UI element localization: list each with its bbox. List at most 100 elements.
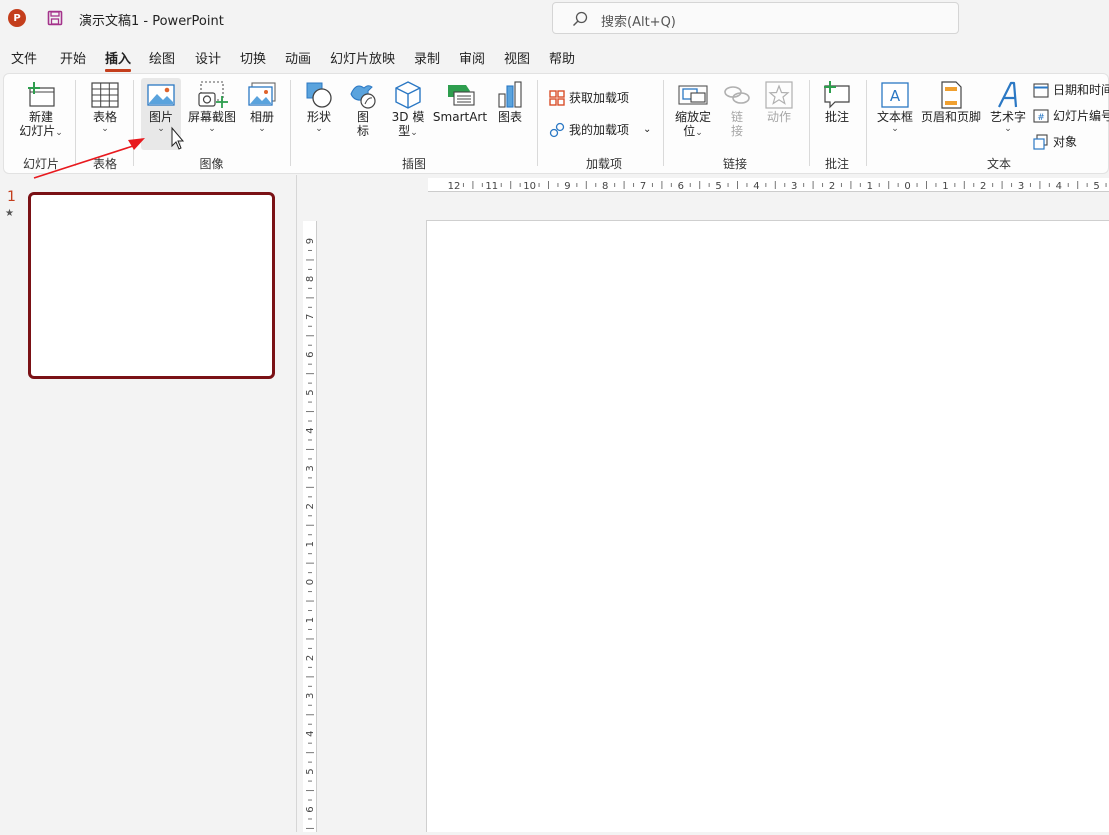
chevron-down-icon: ⌄ — [258, 124, 266, 134]
link-icon — [724, 86, 750, 104]
tab-home[interactable]: 开始 — [60, 48, 86, 67]
tab-record[interactable]: 录制 — [414, 48, 440, 67]
3d-cube-icon — [395, 81, 421, 109]
tab-view[interactable]: 视图 — [504, 48, 530, 67]
separator — [809, 80, 810, 166]
3d-models-button[interactable]: 3D 模 型⌄ — [386, 80, 430, 138]
title-bar: P 演示文稿1 - PowerPoint 搜索(Alt+Q) — [0, 0, 1109, 38]
comment-label: 批注 — [824, 110, 849, 124]
tab-transitions[interactable]: 切换 — [240, 48, 266, 67]
ruler-label: 2 — [829, 181, 835, 192]
tab-review[interactable]: 审阅 — [459, 48, 485, 67]
tab-draw[interactable]: 绘图 — [149, 48, 175, 67]
ribbon-insert: 新建 幻灯片⌄ 幻灯片 表格 ⌄ 表格 图片 ⌄ 屏幕截图 ⌄ 相册 ⌄ 图像 … — [3, 73, 1109, 174]
photo-album-label: 相册 — [249, 110, 274, 124]
my-addins-button[interactable]: 我的加载项 ⌄ — [549, 121, 651, 138]
group-label-addins: 加载项 — [585, 157, 622, 171]
panel-divider[interactable] — [296, 175, 297, 832]
ruler-label: 5 — [305, 768, 316, 774]
table-button[interactable]: 表格 ⌄ — [84, 80, 126, 134]
action-star-icon — [765, 81, 793, 109]
group-label-slides: 幻灯片 — [22, 157, 59, 171]
slide-number-label: 幻灯片编号 — [1053, 109, 1109, 123]
my-addins-label: 我的加载项 — [569, 123, 630, 137]
smartart-button[interactable]: SmartArt — [432, 80, 488, 124]
group-label-illustrations: 插图 — [401, 157, 426, 171]
ruler-label: 3 — [1018, 181, 1024, 192]
get-addins-button[interactable]: 获取加载项 — [549, 89, 629, 106]
ruler-label: 1 — [942, 181, 948, 192]
vertical-ruler-ticks: 9 8 7 6 5 4 3 2 1 0 1 2 3 4 5 6 — [305, 238, 316, 829]
comment-icon — [824, 81, 850, 109]
separator — [866, 80, 867, 166]
zoom-label: 缩放定 位 — [674, 110, 711, 138]
photo-album-button[interactable]: 相册 ⌄ — [242, 80, 282, 134]
ruler-label: 8 — [602, 181, 608, 192]
ruler-label: 9 — [564, 181, 570, 192]
ruler-label: 12 — [448, 181, 461, 192]
new-slide-label: 新建 幻灯片 — [19, 110, 56, 138]
comment-button[interactable]: 批注 — [816, 80, 858, 124]
tab-file[interactable]: 文件 — [11, 48, 37, 67]
table-icon — [91, 82, 119, 108]
ruler-label: 3 — [305, 465, 316, 471]
chevron-down-icon: ⌄ — [891, 124, 899, 134]
object-icon — [1033, 133, 1048, 150]
chevron-down-icon: ⌄ — [55, 128, 63, 138]
group-label-images: 图像 — [199, 157, 224, 171]
separator — [537, 80, 538, 166]
chevron-down-icon: ⌄ — [157, 124, 165, 134]
chevron-down-icon: ⌄ — [315, 124, 323, 134]
textbox-button[interactable]: A 文本框 ⌄ — [874, 80, 916, 134]
datetime-label: 日期和时间 — [1053, 83, 1109, 97]
ruler-label: 9 — [305, 238, 316, 244]
header-footer-button[interactable]: 页眉和页脚 — [918, 80, 984, 124]
chevron-down-icon: ⌄ — [208, 124, 216, 134]
link-button[interactable]: 链 接 — [720, 80, 754, 138]
ruler-label: 11 — [485, 181, 498, 192]
slide-thumbnail-1[interactable] — [28, 192, 275, 379]
new-slide-button[interactable]: 新建 幻灯片⌄ — [12, 80, 70, 138]
group-label-links: 链接 — [722, 157, 747, 171]
datetime-button[interactable]: 日期和时间 — [1033, 81, 1109, 98]
chevron-down-icon: ⌄ — [410, 128, 418, 138]
shapes-button[interactable]: 形状 ⌄ — [299, 80, 339, 134]
group-label-comments: 批注 — [824, 157, 849, 171]
ruler-label: 10 — [523, 181, 536, 192]
ruler-label: 1 — [867, 181, 873, 192]
wordart-icon — [998, 81, 1018, 108]
zoom-button[interactable]: 缩放定 位⌄ — [670, 80, 716, 138]
get-addins-icon — [549, 89, 565, 106]
chart-button[interactable]: 图表 — [491, 80, 529, 124]
separator — [75, 80, 76, 166]
group-label-tables: 表格 — [92, 157, 117, 171]
object-label: 对象 — [1053, 135, 1078, 149]
textbox-label: 文本框 — [876, 110, 913, 124]
picture-button[interactable]: 图片 ⌄ — [141, 80, 181, 134]
ruler-label: 1 — [305, 541, 316, 547]
tab-animations[interactable]: 动画 — [285, 48, 311, 67]
separator — [290, 80, 291, 166]
ruler-label: 5 — [1093, 181, 1099, 192]
search-input[interactable]: 搜索(Alt+Q) — [552, 2, 959, 34]
ruler-label: 0 — [904, 181, 910, 192]
wordart-button[interactable]: 艺术字 ⌄ — [986, 80, 1030, 134]
tab-help[interactable]: 帮助 — [549, 48, 575, 67]
tab-design[interactable]: 设计 — [195, 48, 221, 67]
save-icon[interactable] — [47, 10, 63, 26]
icons-button[interactable]: 图 标 — [344, 80, 382, 138]
wordart-label: 艺术字 — [989, 110, 1026, 124]
smartart-icon — [448, 85, 475, 106]
tab-insert[interactable]: 插入 — [105, 48, 132, 72]
tab-slideshow[interactable]: 幻灯片放映 — [330, 48, 395, 67]
action-button[interactable]: 动作 — [760, 80, 798, 124]
slide-number-button[interactable]: # 幻灯片编号 — [1033, 107, 1109, 124]
ruler-label: 8 — [305, 276, 316, 282]
svg-text:A: A — [890, 87, 901, 105]
ruler-label: 0 — [305, 579, 316, 585]
screenshot-button[interactable]: 屏幕截图 ⌄ — [184, 80, 240, 134]
ruler-label: 1 — [305, 617, 316, 623]
object-button[interactable]: 对象 — [1033, 133, 1077, 150]
menu-bar: 文件 开始 插入 绘图 设计 切换 动画 幻灯片放映 录制 审阅 视图 帮助 — [0, 40, 1109, 72]
slide-editing-canvas[interactable] — [426, 220, 1109, 832]
